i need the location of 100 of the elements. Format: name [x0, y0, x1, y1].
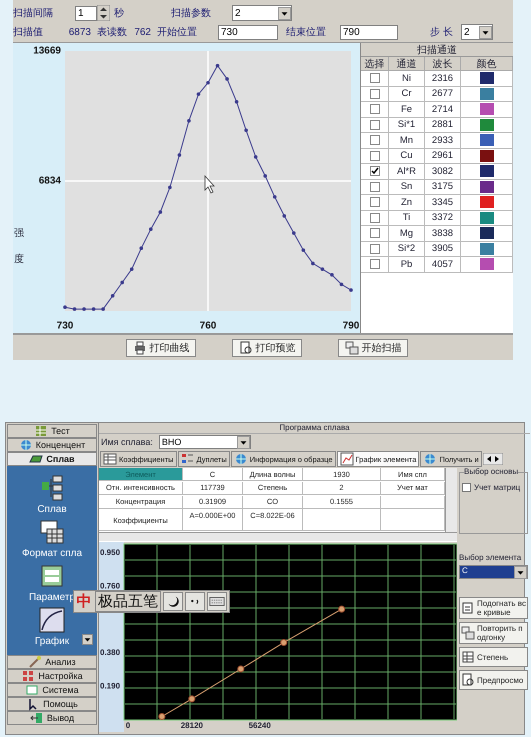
- globe-icon: [234, 452, 248, 466]
- field-label: 步 长: [430, 26, 454, 39]
- axis-label: 760: [200, 320, 216, 332]
- data-point: [158, 712, 166, 720]
- action-button[interactable]: 打印预览: [232, 338, 302, 356]
- data-point: [225, 77, 229, 81]
- action-button[interactable]: Подогнать вс е кривые: [459, 597, 528, 619]
- end-field[interactable]: 790: [340, 24, 398, 40]
- table-cell: [381, 496, 445, 509]
- nav-button[interactable]: Настройка: [7, 669, 97, 683]
- data-point: [280, 639, 288, 646]
- checkbox[interactable]: [370, 166, 380, 176]
- checkbox[interactable]: [370, 88, 380, 99]
- unit-label: 秒: [114, 6, 125, 20]
- window-title: Программа сплава: [99, 423, 530, 434]
- data-point: [139, 246, 144, 250]
- table-cell: 3838: [425, 226, 461, 242]
- checkbox[interactable]: [370, 212, 380, 223]
- data-point: [216, 64, 220, 68]
- keyboard-icon[interactable]: [207, 592, 227, 611]
- interval-field[interactable]: 1: [75, 6, 97, 20]
- data-point: [272, 195, 277, 199]
- data-point: [101, 307, 105, 311]
- checkbox[interactable]: [370, 182, 380, 192]
- checkbox-label: Учет матриц: [474, 483, 520, 492]
- nav-button[interactable]: Система: [7, 683, 97, 697]
- nav-button[interactable]: Вывод: [7, 711, 97, 725]
- checkbox[interactable]: [370, 104, 380, 114]
- nav-item-label[interactable]: График: [34, 636, 70, 648]
- checkbox[interactable]: [370, 244, 380, 254]
- nav-button[interactable]: Помощь: [7, 697, 97, 711]
- grid-icon: [461, 650, 475, 664]
- field-label: Имя сплава:: [101, 437, 153, 447]
- element-select[interactable]: C: [459, 565, 528, 579]
- data-point: [188, 695, 196, 702]
- table-cell: Al*R: [389, 164, 425, 180]
- checkbox[interactable]: [370, 73, 380, 84]
- calendar-grid-icon: [38, 518, 66, 546]
- checkbox[interactable]: [370, 120, 380, 130]
- scrollbar[interactable]: [445, 468, 457, 532]
- action-button[interactable]: Предпросмо: [459, 670, 528, 690]
- column-header: 波长: [425, 57, 461, 71]
- ime-name[interactable]: 极品五笔: [95, 591, 161, 612]
- table-cell: Ti: [389, 210, 425, 226]
- table-cell: 2316: [425, 71, 461, 86]
- data-point: [187, 119, 191, 123]
- nav-button[interactable]: Анализ: [7, 655, 97, 669]
- moon-icon[interactable]: [163, 592, 183, 611]
- axis-label: 0.380: [100, 648, 120, 658]
- start-field[interactable]: 730: [218, 24, 278, 40]
- checkbox[interactable]: [370, 259, 380, 270]
- table-cell: Pb: [389, 257, 425, 272]
- data-point: [168, 186, 172, 190]
- action-button[interactable]: 开始扫描: [338, 338, 408, 356]
- dots-icon: [180, 452, 195, 466]
- field-label: Выбор элемента: [459, 553, 522, 562]
- tab-scroll-icon[interactable]: [482, 453, 503, 465]
- field-label: 开始位置: [157, 26, 198, 39]
- checkbox[interactable]: [370, 150, 380, 161]
- data-point: [330, 273, 334, 277]
- axis-label: 56240: [248, 721, 271, 730]
- checkbox[interactable]: [370, 197, 380, 208]
- table-cell: Zn: [389, 195, 425, 210]
- wand-icon: [28, 655, 42, 669]
- table-cell: 2933: [425, 133, 461, 148]
- field-label: 扫描间隔: [13, 6, 54, 20]
- punctuation-icon[interactable]: [185, 592, 205, 611]
- scrollbar[interactable]: [99, 532, 457, 542]
- chart-icon: [340, 452, 354, 466]
- scan-value: 6873: [68, 26, 92, 38]
- table-cell: [381, 509, 445, 532]
- table-cell: 2961: [425, 148, 461, 164]
- axis-label: 6834: [38, 176, 61, 187]
- nav-button[interactable]: Конценцент: [7, 438, 97, 452]
- nav-button[interactable]: Сплав: [7, 452, 97, 466]
- checkbox[interactable]: [370, 228, 380, 238]
- data-point: [196, 92, 200, 96]
- table-cell: Si*1: [389, 118, 425, 133]
- table-cell: Fe: [389, 102, 425, 118]
- alloy-select[interactable]: ВНО: [158, 435, 251, 449]
- group-title: Выбор основы: [464, 467, 518, 476]
- nav-item-label[interactable]: Сплав: [37, 504, 67, 515]
- param-select[interactable]: 2: [232, 5, 292, 21]
- axis-label: 0.950: [100, 548, 120, 557]
- action-button[interactable]: 打印曲线: [126, 338, 196, 356]
- table-cell: Cu: [389, 148, 425, 164]
- data-point: [237, 665, 244, 672]
- data-point: [178, 153, 182, 157]
- table-cell: Mg: [389, 226, 425, 242]
- data-point: [302, 248, 306, 252]
- action-button[interactable]: Повторить п одгонку: [459, 622, 528, 644]
- checkbox[interactable]: [370, 135, 380, 146]
- action-button[interactable]: Степень: [459, 647, 528, 667]
- data-point: [130, 267, 134, 271]
- step-select[interactable]: 2: [461, 24, 493, 40]
- axis-label: 28120: [180, 721, 203, 730]
- nav-item-label[interactable]: Формат спла: [22, 548, 82, 559]
- nav-button[interactable]: Тест: [7, 424, 97, 438]
- spinner-icon[interactable]: [97, 5, 110, 21]
- checkbox[interactable]: [462, 483, 471, 492]
